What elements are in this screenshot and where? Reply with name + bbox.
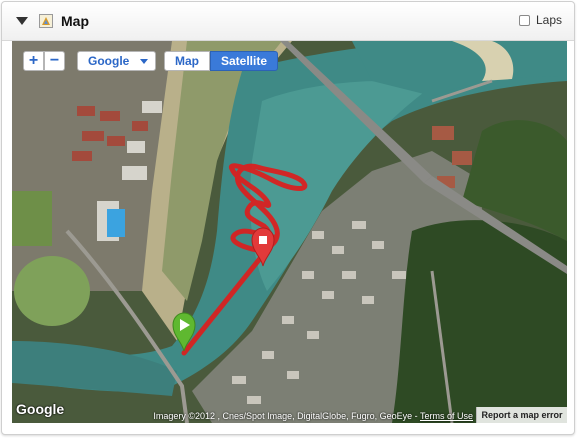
- attribution-text: Imagery ©2012 , Cnes/Spot Image, Digital…: [153, 411, 473, 421]
- map-app-icon: [39, 14, 53, 28]
- chevron-down-icon: [140, 59, 148, 64]
- gps-track: [181, 163, 308, 356]
- map-provider-value: Google: [88, 54, 130, 68]
- panel-header: Map Laps: [2, 2, 574, 41]
- report-map-error-link[interactable]: Report a map error: [476, 407, 567, 423]
- laps-toggle[interactable]: Laps: [518, 13, 562, 27]
- end-marker-icon[interactable]: [250, 227, 276, 267]
- laps-checkbox[interactable]: [518, 14, 530, 26]
- satellite-map[interactable]: + − Google Map Satellite Google Imagery …: [12, 41, 567, 423]
- map-provider-select[interactable]: Google: [77, 51, 156, 71]
- attribution-imagery: Imagery ©2012 , Cnes/Spot Image, Digital…: [153, 411, 420, 421]
- zoom-out-button[interactable]: −: [44, 51, 65, 71]
- terms-of-use-link[interactable]: Terms of Use: [420, 411, 473, 421]
- map-type-satellite-button[interactable]: Satellite: [210, 51, 279, 71]
- laps-label: Laps: [535, 13, 562, 27]
- map-type-toggle: Map Satellite: [164, 51, 279, 71]
- start-marker-icon[interactable]: [171, 312, 197, 352]
- map-panel: Map Laps + − Google Map Satellite Google…: [1, 1, 575, 435]
- panel-title: Map: [61, 13, 89, 29]
- collapse-triangle-icon[interactable]: [16, 17, 28, 25]
- map-type-map-button[interactable]: Map: [164, 51, 210, 71]
- zoom-in-button[interactable]: +: [23, 51, 44, 71]
